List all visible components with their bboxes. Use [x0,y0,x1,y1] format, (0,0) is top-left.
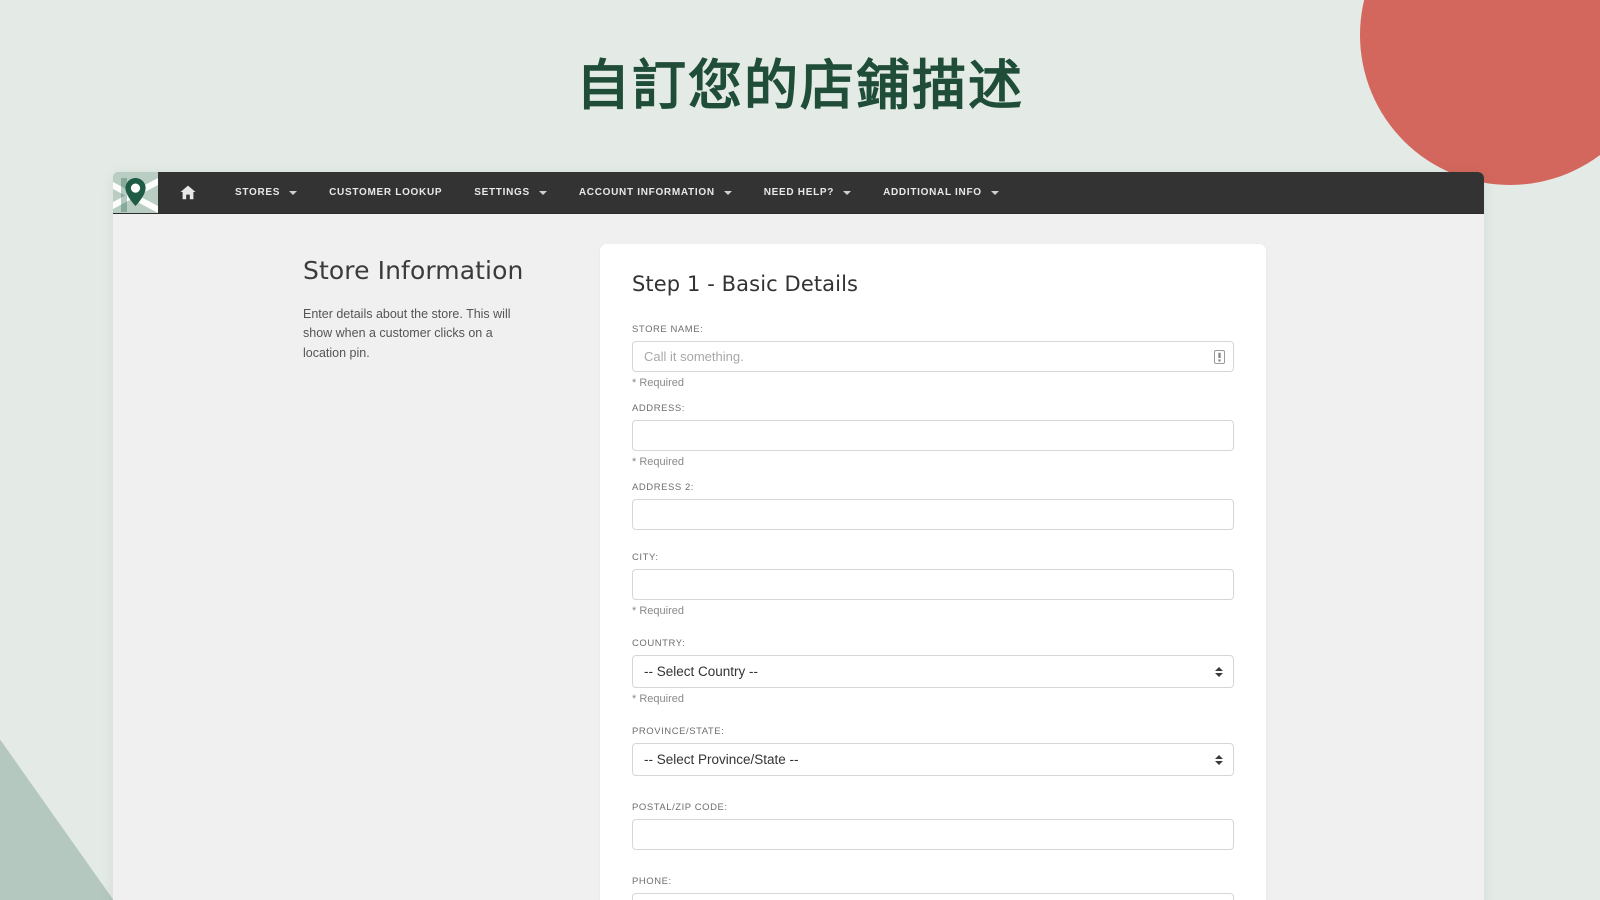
field-address-2-label: ADDRESS 2: [632,482,694,493]
chevron-down-icon [723,191,732,195]
nav-item-list: STORES CUSTOMER LOOKUP SETTINGS ACCOUNT … [158,172,1015,213]
form-title: Step 1 - Basic Details [632,272,859,296]
form-column: Step 1 - Basic Details STORE NAME: Call … [600,244,1484,900]
field-country-label: COUNTRY: [632,638,686,649]
province-state-select-value: -- Select Province/State -- [644,752,799,767]
country-required-note: * Required [632,693,684,705]
country-select[interactable]: -- Select Country -- [632,655,1234,688]
chevron-down-icon [538,191,547,195]
info-box-icon[interactable] [1214,349,1225,364]
field-address: ADDRESS: * Required [632,403,1234,468]
city-required-note: * Required [632,605,684,617]
page-title: Store Information [303,256,524,285]
field-province-state: PROVINCE/STATE: -- Select Province/State… [632,726,1234,776]
field-store-name-label: STORE NAME: [632,324,704,335]
address-input[interactable] [632,420,1234,451]
field-phone-label: PHONE: [632,876,672,887]
nav-item-additional-info[interactable]: ADDITIONAL INFO [867,172,1015,214]
nav-item-settings[interactable]: SETTINGS [458,172,563,214]
field-city: CITY: * Required [632,552,1234,617]
address-required-note: * Required [632,456,684,468]
postal-zip-code-input[interactable] [632,819,1234,850]
province-state-select[interactable]: -- Select Province/State -- [632,743,1234,776]
nav-item-account-information-label: ACCOUNT INFORMATION [578,187,715,198]
nav-item-home[interactable] [168,172,219,214]
page-description: Enter details about the store. This will… [303,307,511,360]
nav-item-stores[interactable]: STORES [219,172,313,214]
nav-item-customer-lookup-label: CUSTOMER LOOKUP [329,187,443,198]
nav-item-need-help-label: NEED HELP? [763,187,835,198]
field-country: COUNTRY: -- Select Country -- * Required [632,638,1234,705]
map-pin-logo-icon [113,172,158,213]
chevron-down-icon [990,191,999,195]
phone-input[interactable] [632,893,1234,900]
store-name-input[interactable] [632,341,1234,372]
store-name-required-note: * Required [632,377,684,389]
city-input[interactable] [632,569,1234,600]
field-phone: PHONE: [632,876,1234,900]
nav-item-account-information[interactable]: ACCOUNT INFORMATION [563,172,748,214]
chevron-down-icon [843,191,852,195]
field-postal-zip-code: POSTAL/ZIP CODE: [632,802,1234,850]
nav-item-settings-label: SETTINGS [474,187,530,198]
field-store-name: STORE NAME: * Required [632,324,1234,389]
decorative-triangle-bottom-left [0,740,113,900]
top-navigation-bar: STORES CUSTOMER LOOKUP SETTINGS ACCOUNT … [113,172,1484,214]
page-headline: 自訂您的店鋪描述 [576,54,1024,117]
country-select-value: -- Select Country -- [644,664,759,679]
field-address-label: ADDRESS: [632,403,685,414]
sidebar-info-panel: Store Information Enter details about th… [113,244,600,900]
page-content: Store Information Enter details about th… [113,214,1484,900]
field-address-2: ADDRESS 2: [632,482,1234,530]
nav-item-stores-label: STORES [235,187,281,198]
field-province-state-label: PROVINCE/STATE: [632,726,725,737]
address-2-input[interactable] [632,499,1234,530]
home-icon [180,185,196,200]
browser-window: STORES CUSTOMER LOOKUP SETTINGS ACCOUNT … [113,172,1484,900]
basic-details-card: Step 1 - Basic Details STORE NAME: Call … [600,244,1266,900]
nav-item-need-help[interactable]: NEED HELP? [748,172,867,214]
brand-logo[interactable] [113,172,158,213]
chevron-down-icon [289,191,298,195]
field-city-label: CITY: [632,552,659,563]
nav-item-customer-lookup[interactable]: CUSTOMER LOOKUP [313,172,458,214]
field-postal-zip-code-label: POSTAL/ZIP CODE: [632,802,728,813]
nav-item-additional-info-label: ADDITIONAL INFO [883,187,982,198]
